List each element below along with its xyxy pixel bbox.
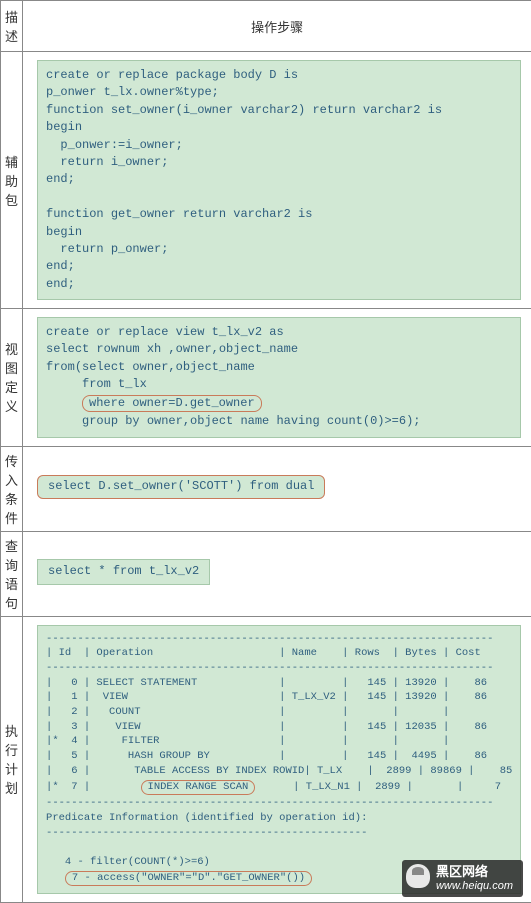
plan-r3: | 3 | VIEW | | 145 | 12035 | 86	[46, 721, 487, 733]
steps-table: 描述 操作步骤 辅助包 create or replace package bo…	[0, 0, 531, 903]
view-code-post: group by owner,object name having count(…	[46, 414, 420, 428]
row-plan-label: 执行计划	[1, 616, 23, 903]
row-aux-label: 辅助包	[1, 52, 23, 309]
plan-dash1: ----------------------------------------…	[46, 633, 493, 645]
watermark-line2: www.heiqu.com	[436, 880, 513, 893]
plan-r5: | 5 | HASH GROUP BY | | 145 | 4495 | 86	[46, 750, 487, 762]
plan-r7a: |* 7 |	[46, 781, 141, 793]
plan-dash2: ----------------------------------------…	[46, 662, 493, 674]
row-view-content: create or replace view t_lx_v2 as select…	[23, 309, 531, 447]
view-code-highlight: where owner=D.get_owner	[82, 395, 262, 413]
plan-r1: | 1 | VIEW | T_LX_V2 | 145 | 13920 | 86	[46, 691, 487, 703]
plan-r2: | 2 | COUNT | | | |	[46, 706, 449, 718]
row-query-content: select * from t_lx_v2	[23, 531, 531, 616]
plan-head: | Id | Operation | Name | Rows | Bytes |…	[46, 647, 481, 659]
mushroom-icon	[406, 864, 430, 888]
plan-r0: | 0 | SELECT STATEMENT | | 145 | 13920 |…	[46, 677, 487, 689]
watermark: 黑区网络 www.heiqu.com	[402, 860, 523, 897]
row-param-label: 传入条件	[1, 446, 23, 531]
param-code: select D.set_owner('SCOTT') from dual	[37, 475, 325, 499]
plan-p7-highlight: 7 - access("OWNER"="D"."GET_OWNER"())	[65, 871, 312, 887]
plan-r6: | 6 | TABLE ACCESS BY INDEX ROWID| T_LX …	[46, 765, 512, 777]
header-desc: 描述	[1, 1, 23, 52]
plan-p4: 4 - filter(COUNT(*)>=6)	[46, 856, 210, 868]
plan-r7-highlight: INDEX RANGE SCAN	[141, 780, 256, 796]
view-code-pre: create or replace view t_lx_v2 as select…	[46, 325, 298, 391]
plan-dash3: ----------------------------------------…	[46, 797, 493, 809]
plan-code: ----------------------------------------…	[37, 625, 521, 895]
row-query-label: 查询语句	[1, 531, 23, 616]
query-code: select * from t_lx_v2	[37, 559, 210, 584]
header-steps: 操作步骤	[23, 1, 531, 52]
plan-preddash: ----------------------------------------…	[46, 827, 367, 839]
row-param-content: select D.set_owner('SCOTT') from dual	[23, 446, 531, 531]
aux-code: create or replace package body D is p_on…	[37, 60, 521, 300]
view-code: create or replace view t_lx_v2 as select…	[37, 317, 521, 438]
row-aux-content: create or replace package body D is p_on…	[23, 52, 531, 309]
plan-p7a	[46, 872, 65, 884]
watermark-line1: 黑区网络	[436, 864, 513, 880]
plan-r7b: | T_LX_N1 | 2899 | | 7	[255, 781, 501, 793]
plan-predhead: Predicate Information (identified by ope…	[46, 812, 367, 824]
plan-r4: |* 4 | FILTER | | | |	[46, 735, 449, 747]
row-view-label: 视图定义	[1, 309, 23, 447]
